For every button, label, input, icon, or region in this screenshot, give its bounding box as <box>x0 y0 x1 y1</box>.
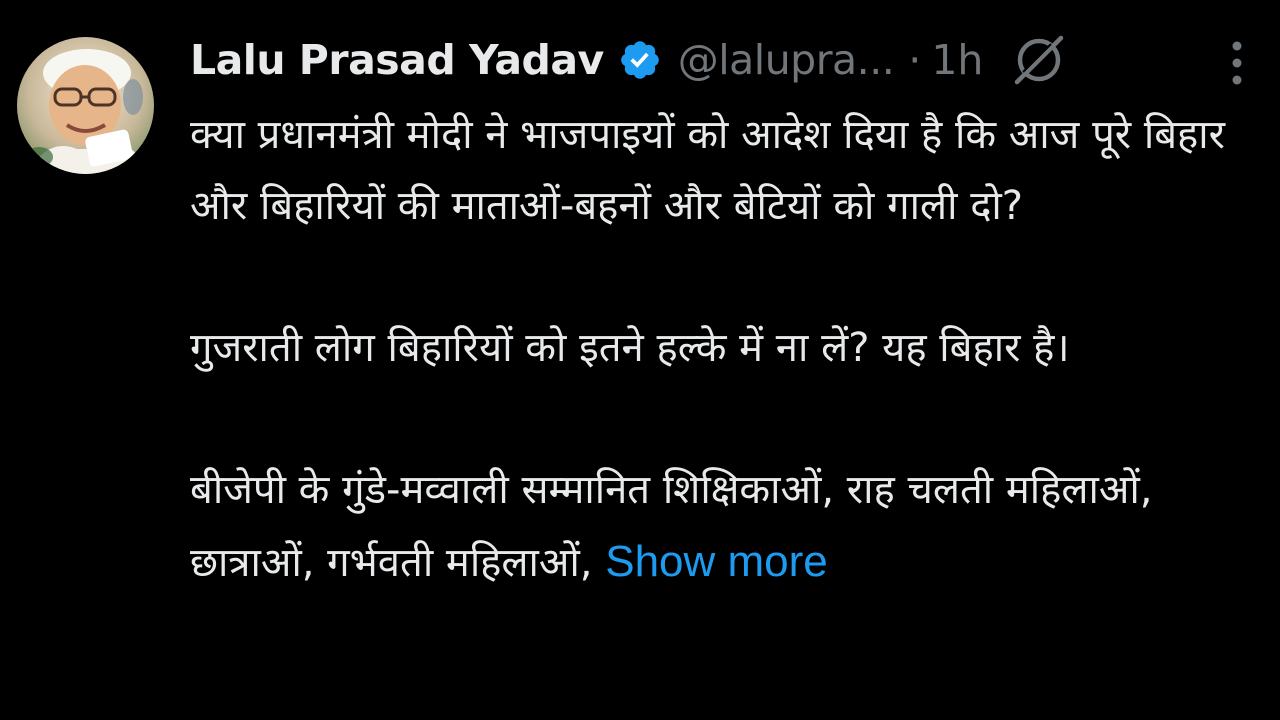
tweet-paragraph: गुजराती लोग बिहारियों को इतने हल्के में … <box>190 325 1070 371</box>
profile-photo-icon <box>17 37 154 174</box>
avatar[interactable] <box>17 37 154 174</box>
grok-icon[interactable] <box>1011 32 1067 88</box>
tweet[interactable]: Lalu Prasad Yadav @lalupra... · 1h क्या … <box>0 0 1280 720</box>
timestamp[interactable]: 1h <box>931 36 983 84</box>
tweet-paragraph-last: बीजेपी के गुंडे-मव्वाली सम्मानित शिक्षिक… <box>190 455 1260 599</box>
more-vertical-icon[interactable] <box>1224 38 1250 88</box>
display-name[interactable]: Lalu Prasad Yadav <box>190 36 604 84</box>
tweet-header: Lalu Prasad Yadav @lalupra... · 1h <box>190 30 1270 90</box>
show-more-link[interactable]: Show more <box>605 537 828 586</box>
tweet-text: क्या प्रधानमंत्री मोदी ने भाजपाइयों को आ… <box>190 100 1260 599</box>
separator-dot: · <box>908 36 922 84</box>
handle[interactable]: @lalupra... <box>678 36 895 84</box>
tweet-paragraph: क्या प्रधानमंत्री मोदी ने भाजपाइयों को आ… <box>190 112 1226 229</box>
verified-badge-icon[interactable] <box>618 38 662 82</box>
